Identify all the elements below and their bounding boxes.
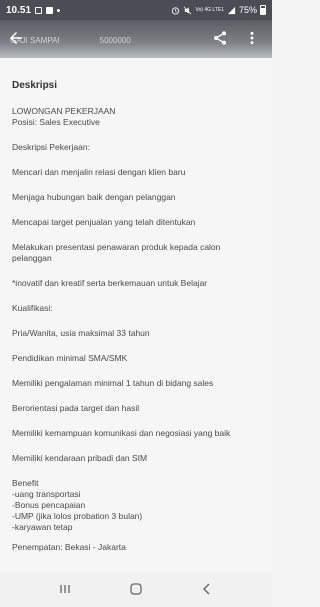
placement-text: Penempatan: Bekasi - Jakarta (12, 542, 126, 552)
gallery-icon (46, 6, 54, 14)
benefit-block: Benefit -uang transportasi -Bonus pencap… (12, 478, 260, 533)
qualification-item: Pendidikan minimal SMA/SMK (12, 353, 128, 363)
status-right: Vo) 4G LTE1 75% (171, 5, 266, 15)
system-nav-bar (0, 571, 272, 607)
recents-icon (60, 585, 70, 593)
section-title: Deskripsi (12, 80, 58, 91)
toolbar-faded-salary-row: GAJI SAMPAI 5000000 (10, 36, 131, 45)
signal-text: Vo) 4G LTE1 (195, 6, 224, 13)
back-button[interactable] (4, 26, 28, 50)
app-toolbar: GAJI SAMPAI 5000000 (0, 20, 272, 58)
share-button[interactable] (208, 26, 232, 50)
job-description: Deskripsi LOWONGAN PEKERJAAN Posisi: Sal… (0, 58, 272, 571)
notification-icon (35, 6, 43, 14)
duty-item: Melakukan presentasi penawaran produk ke… (12, 242, 221, 263)
benefit-label: Benefit (12, 478, 39, 488)
more-vert-icon (250, 31, 254, 45)
recents-button[interactable] (50, 574, 80, 604)
qualification-item: Memiliki kemampuan komunikasi dan negosi… (12, 428, 231, 438)
duty-item: Menjaga hubungan baik dengan pelanggan (12, 192, 176, 202)
qualification-item: Berorientasi pada target dan hasil (12, 403, 140, 413)
qualification-label: Kualifikasi: (12, 303, 53, 313)
back-arrow-icon (10, 32, 22, 44)
duty-item: Mencari dan menjalin relasi dengan klien… (12, 167, 186, 177)
share-icon (214, 31, 226, 45)
benefit-item: -karyawan tetap (12, 522, 73, 532)
back-nav-button[interactable] (192, 574, 222, 604)
heading-line: LOWONGAN PEKERJAAN (12, 106, 116, 116)
faded-salary-value: 5000000 (99, 36, 131, 45)
job-desc-label: Deskripsi Pekerjaan: (12, 142, 90, 152)
duty-item: Mencapai target penjualan yang telah dit… (12, 217, 196, 227)
home-icon (130, 583, 142, 595)
chevron-left-icon (202, 583, 210, 595)
status-bar: 10.51 Vo) 4G LTE1 75% (0, 0, 272, 20)
battery-icon (260, 5, 266, 15)
position-line: Posisi: Sales Executive (12, 117, 100, 127)
benefit-item: -UMP (jika lolos probation 3 bulan) (12, 511, 143, 521)
more-notifications-icon (57, 8, 61, 12)
signal-icon (227, 6, 236, 14)
battery-percent: 75% (238, 5, 257, 15)
duty-item: *inovatif dan kreatif serta berkemauan u… (12, 278, 208, 288)
more-options-button[interactable] (240, 26, 264, 50)
mute-icon (184, 6, 192, 14)
benefit-item: -Bonus pencapaian (12, 500, 86, 510)
benefit-item: -uang transportasi (12, 489, 81, 499)
home-button[interactable] (121, 574, 151, 604)
status-left: 10.51 (6, 4, 61, 16)
qualification-item: Memiliki pengalaman minimal 1 tahun di b… (12, 378, 214, 388)
alarm-icon (172, 6, 180, 15)
job-heading: LOWONGAN PEKERJAAN Posisi: Sales Executi… (12, 106, 260, 128)
qualification-item: Pria/Wanita, usia maksimal 33 tahun (12, 328, 150, 338)
qualification-item: Memiliki kendaraan pribadi dan SIM (12, 453, 148, 463)
status-time: 10.51 (6, 4, 32, 16)
